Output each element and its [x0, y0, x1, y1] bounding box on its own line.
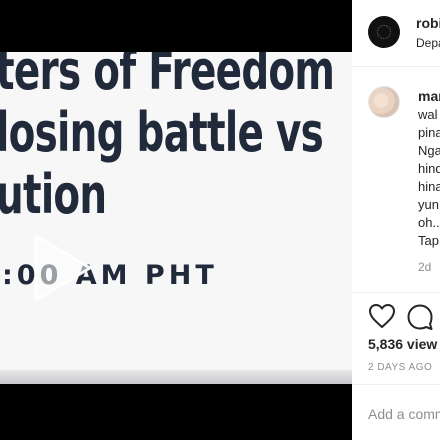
commenter-avatar[interactable] [368, 86, 400, 118]
comment-line: wal [418, 107, 438, 122]
commenter-username[interactable]: mar [418, 88, 440, 104]
comment-item: mar wal pina Nga hind hina yun oh.. Tap … [352, 66, 440, 292]
video-headline-line-1: ters of Freedom [0, 52, 335, 102]
comment-line: Tap [418, 233, 439, 248]
comment-icon[interactable] [406, 303, 434, 331]
comment-line: oh.. [418, 215, 440, 230]
comment-timestamp[interactable]: 2d [418, 260, 431, 274]
post-side-panel: robi Depa mar wal pina Nga hind hina yun… [352, 0, 440, 440]
video-headline-line-3: ution [0, 163, 107, 226]
add-comment-input[interactable]: Add a comm [368, 406, 440, 422]
comment-text: wal pina Nga hind hina yun oh.. Tap [418, 106, 440, 250]
author-location[interactable]: Depa [416, 36, 440, 50]
divider [352, 292, 440, 293]
author-username[interactable]: robi [416, 15, 440, 31]
divider [352, 384, 440, 385]
video-frame-bottom-edge [0, 370, 352, 384]
post-header: robi Depa [352, 0, 440, 67]
view-count[interactable]: 5,836 view [368, 336, 437, 352]
author-avatar[interactable] [368, 16, 400, 48]
video-headline-line-2: losing battle vs [0, 101, 324, 164]
comment-line: hind [418, 161, 440, 176]
comment-line: Nga [418, 143, 440, 158]
comment-line: pina [418, 125, 440, 140]
comment-line: yun [418, 197, 439, 212]
video-frame[interactable]: ters of Freedom losing battle vs ution :… [0, 52, 352, 384]
play-icon[interactable] [26, 230, 96, 306]
video-player[interactable]: ters of Freedom losing battle vs ution :… [0, 0, 352, 440]
heart-icon[interactable] [368, 303, 396, 329]
action-bar [352, 300, 440, 334]
post-date[interactable]: 2 DAYS AGO [368, 362, 432, 373]
comment-line: hina [418, 179, 440, 194]
